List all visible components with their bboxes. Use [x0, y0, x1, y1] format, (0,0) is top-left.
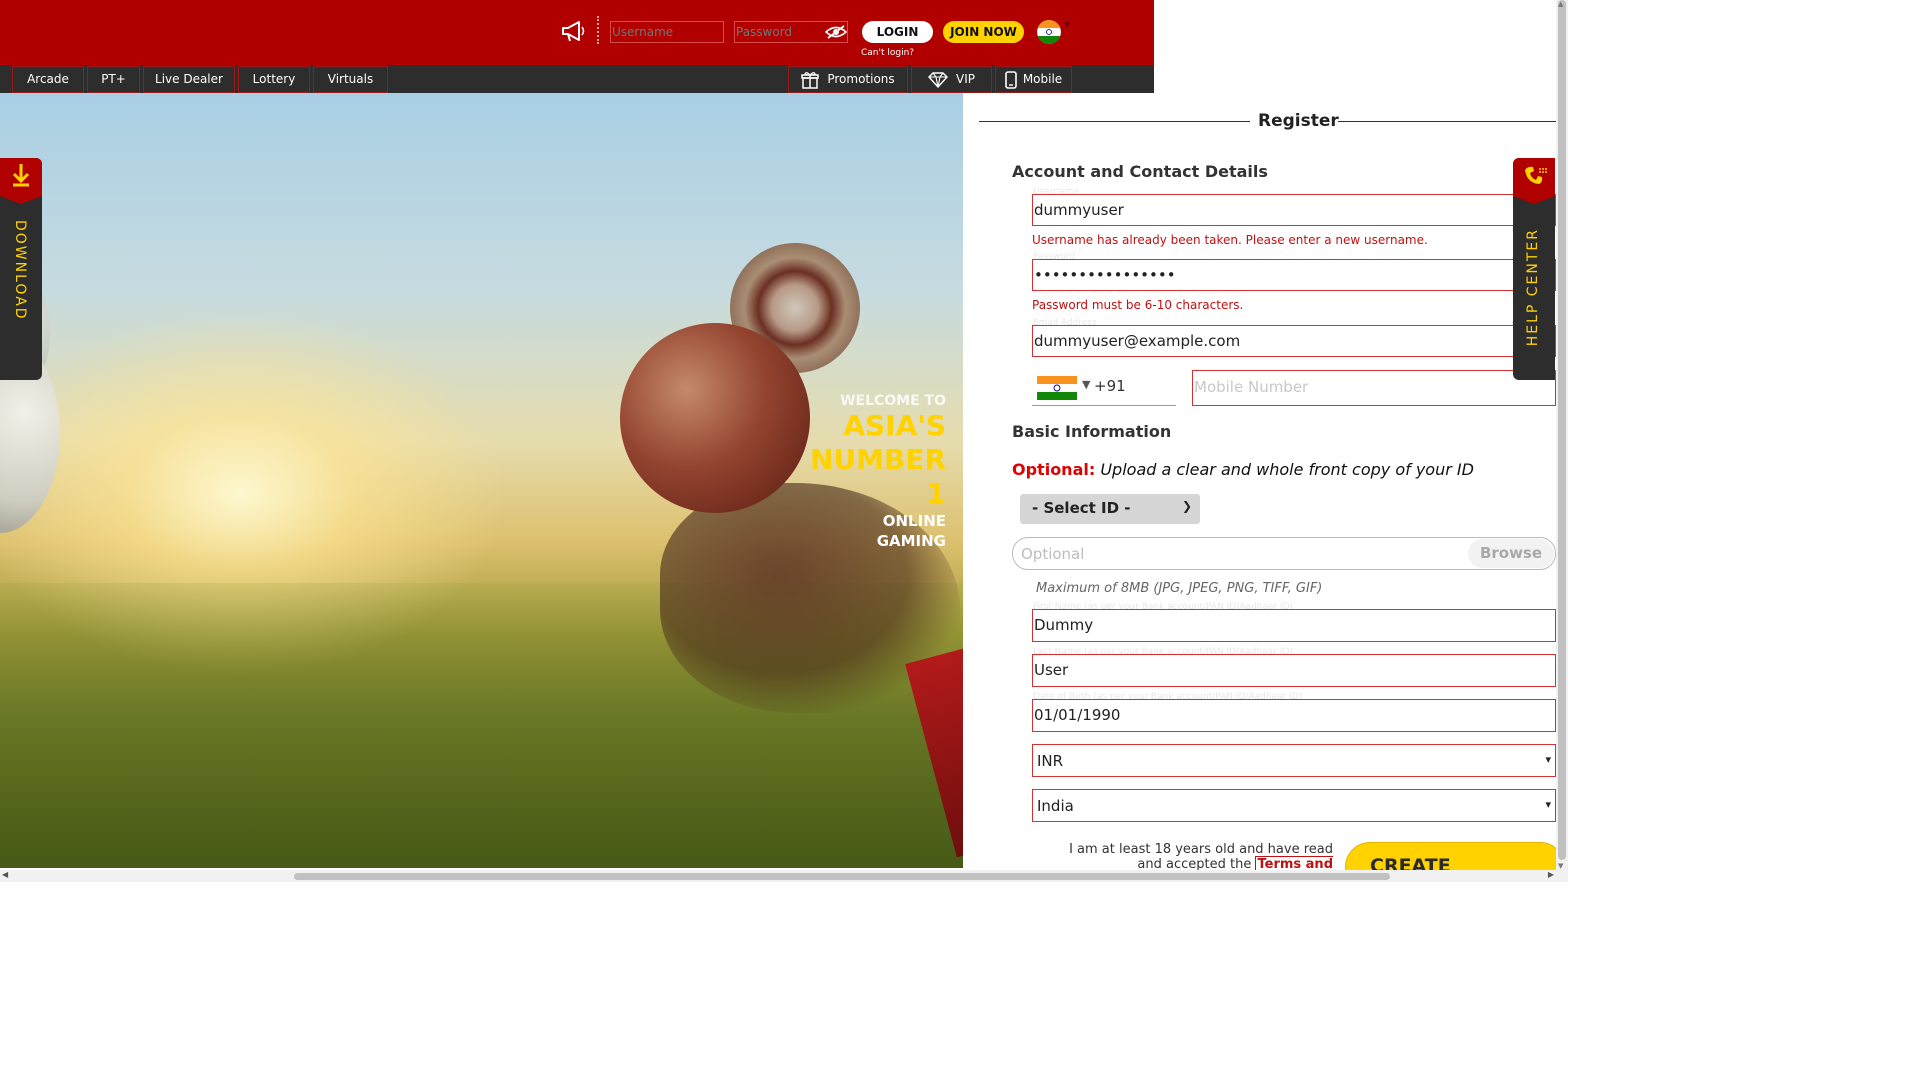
password-field[interactable]: ••••••••••••••••	[1032, 259, 1556, 291]
register-rule-left	[979, 121, 1250, 122]
nav-tab-mobile-label: Mobile	[1022, 72, 1063, 86]
horizontal-scroll-thumb[interactable]	[294, 873, 1390, 880]
help-center-side-tab[interactable]: HELP CENTER	[1513, 158, 1555, 380]
india-flag-icon	[1037, 376, 1077, 400]
hero-welcome-to: WELCOME TO	[840, 393, 946, 409]
scroll-up-arrow-icon[interactable]: ▲	[1558, 0, 1563, 8]
india-flag-icon[interactable]	[1037, 20, 1061, 44]
page: LOGIN JOIN NOW Can't login? ▼ Arcade PT+…	[0, 0, 1568, 882]
hero-welcome-text: WELCOME TO ASIA'S NUMBER 1 ONLINE GAMING	[810, 393, 946, 551]
country-value: India	[1037, 797, 1074, 815]
last-name-field[interactable]: User	[1032, 654, 1556, 687]
id-upload-field[interactable]: Optional Browse	[1012, 537, 1556, 570]
username-error: Username has already been taken. Please …	[1032, 233, 1428, 247]
hero-cricket-ball	[620, 323, 810, 513]
email-field[interactable]: dummyuser@example.com	[1032, 325, 1556, 357]
country-dial-code: +91	[1094, 377, 1126, 395]
upload-max-size-note: Maximum of 8MB (JPG, JPEG, PNG, TIFF, GI…	[1036, 581, 1323, 596]
scroll-right-arrow-icon[interactable]: ▶	[1548, 870, 1554, 879]
scroll-down-arrow-icon[interactable]: ▼	[1558, 862, 1563, 870]
nav-tab-pt-plus[interactable]: PT+	[87, 66, 140, 93]
nav-tab-promotions[interactable]: Promotions	[788, 66, 908, 93]
nav-tab-mobile[interactable]: Mobile	[995, 66, 1072, 93]
language-caret-icon[interactable]: ▼	[1064, 20, 1070, 29]
hero-one: 1	[926, 477, 946, 510]
optional-label: Optional:	[1012, 460, 1096, 479]
hero-gaming: GAMING	[876, 532, 946, 550]
nav-tab-live-dealer[interactable]: Live Dealer	[143, 66, 235, 93]
header-username-input[interactable]	[610, 21, 724, 43]
chevron-down-icon: ▾	[1545, 753, 1551, 766]
cant-login-link[interactable]: Can't login?	[861, 48, 914, 58]
header-divider	[597, 16, 599, 44]
nav-tab-promotions-label: Promotions	[827, 72, 895, 86]
scroll-left-arrow-icon[interactable]: ◀	[2, 870, 8, 879]
hero-number: NUMBER	[809, 443, 946, 476]
currency-value: INR	[1037, 752, 1064, 770]
eye-slash-icon[interactable]	[825, 24, 847, 40]
select-id-dropdown[interactable]: - Select ID - ❯	[1020, 494, 1200, 524]
join-now-button[interactable]: JOIN NOW	[943, 21, 1024, 43]
chevron-down-icon: ▾	[1545, 798, 1551, 811]
download-tab-label: DOWNLOAD	[12, 220, 28, 321]
megaphone-icon[interactable]	[560, 18, 588, 44]
browse-button[interactable]: Browse	[1468, 539, 1554, 568]
main-nav: Arcade PT+ Live Dealer Lottery Virtuals …	[0, 65, 1154, 93]
nav-tab-vip-label: VIP	[956, 72, 975, 86]
register-rule-right	[1338, 121, 1556, 122]
hero-asias: ASIA'S	[843, 409, 946, 442]
optional-upload-note: Optional: Upload a clear and whole front…	[1012, 460, 1474, 479]
hero-banner: WELCOME TO ASIA'S NUMBER 1 ONLINE GAMING	[0, 93, 963, 868]
help-center-tab-label: HELP CENTER	[1525, 228, 1541, 347]
mobile-number-input[interactable]: Mobile Number	[1192, 370, 1556, 406]
nav-tab-vip[interactable]: VIP	[911, 66, 992, 93]
login-button[interactable]: LOGIN	[862, 21, 933, 43]
optional-text: Upload a clear and whole front copy of y…	[1100, 460, 1474, 479]
country-code-caret-icon: ▼	[1082, 378, 1091, 391]
nav-tab-virtuals[interactable]: Virtuals	[313, 66, 388, 93]
gift-icon	[801, 71, 820, 89]
currency-select[interactable]: INR ▾	[1032, 744, 1556, 777]
download-side-tab[interactable]: DOWNLOAD	[0, 158, 42, 380]
register-title: Register	[1258, 111, 1339, 131]
nav-tab-arcade[interactable]: Arcade	[12, 66, 84, 93]
first-name-field[interactable]: Dummy	[1032, 609, 1556, 642]
top-header: LOGIN JOIN NOW Can't login? ▼	[0, 0, 1154, 65]
mobile-icon	[1005, 70, 1017, 89]
vertical-scrollbar[interactable]: ▲ ▼	[1556, 0, 1568, 870]
nav-tab-lottery[interactable]: Lottery	[238, 66, 310, 93]
download-tab-cap	[0, 158, 42, 204]
upload-placeholder: Optional	[1021, 545, 1085, 563]
hero-online: ONLINE	[882, 512, 946, 530]
vertical-scroll-thumb[interactable]	[1558, 0, 1566, 860]
horizontal-scrollbar[interactable]: ◀ ▶	[0, 870, 1568, 882]
select-id-value: - Select ID -	[1032, 499, 1131, 517]
section-basic-heading: Basic Information	[1012, 422, 1172, 441]
country-code-select[interactable]: ▼ +91	[1032, 370, 1176, 406]
section-account-heading: Account and Contact Details	[1012, 162, 1268, 181]
chevron-down-icon: ❯	[1181, 499, 1192, 513]
dob-field[interactable]: 01/01/1990	[1032, 699, 1556, 732]
username-field[interactable]: dummyuser	[1032, 194, 1556, 226]
password-error: Password must be 6-10 characters.	[1032, 298, 1244, 312]
help-tab-cap	[1513, 158, 1555, 204]
diamond-icon	[928, 71, 948, 88]
download-icon	[12, 164, 30, 187]
country-select[interactable]: India ▾	[1032, 789, 1556, 822]
phone-icon	[1525, 166, 1547, 184]
